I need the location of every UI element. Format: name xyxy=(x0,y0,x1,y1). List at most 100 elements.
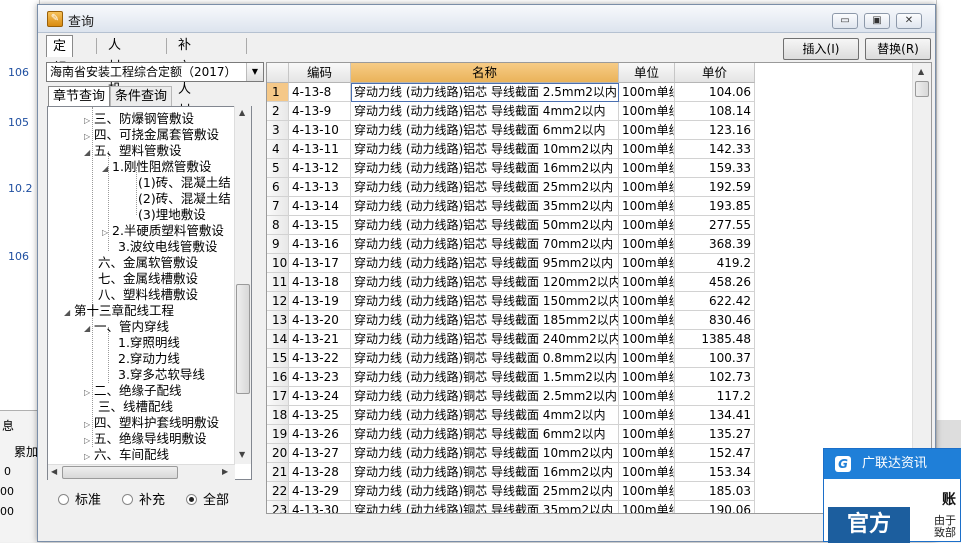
price-cell[interactable]: 135.27 xyxy=(675,425,755,444)
tree-node[interactable]: ◢ 一、管内穿线 xyxy=(84,319,169,335)
unit-cell[interactable]: 100m单线 xyxy=(619,140,675,159)
price-cell[interactable]: 117.2 xyxy=(675,387,755,406)
code-cell[interactable]: 4-13-11 xyxy=(289,140,351,159)
code-cell[interactable]: 4-13-12 xyxy=(289,159,351,178)
table-row[interactable]: 16 4-13-23 穿动力线 (动力线路)铜芯 导线截面 1.5mm2以内 100m… xyxy=(267,368,755,387)
price-cell[interactable]: 622.42 xyxy=(675,292,755,311)
insert-button[interactable]: 插入(I) xyxy=(783,38,859,60)
name-cell[interactable]: 穿动力线 (动力线路)铝芯 导线截面 150mm2以内 xyxy=(351,292,619,311)
name-cell[interactable]: 穿动力线 (动力线路)铜芯 导线截面 25mm2以内 xyxy=(351,482,619,501)
code-cell[interactable]: 4-13-17 xyxy=(289,254,351,273)
price-cell[interactable]: 123.16 xyxy=(675,121,755,140)
unit-cell[interactable]: 100m单线 xyxy=(619,292,675,311)
unit-cell[interactable]: 100m单线 xyxy=(619,349,675,368)
tree-node[interactable]: 七、金属线槽敷设 xyxy=(88,271,198,287)
tree-node[interactable]: 1.穿照明线 xyxy=(108,335,180,351)
unit-cell[interactable]: 100m单线 xyxy=(619,102,675,121)
name-cell[interactable]: 穿动力线 (动力线路)铜芯 导线截面 35mm2以内 xyxy=(351,501,619,513)
name-cell[interactable]: 穿动力线 (动力线路)铝芯 导线截面 120mm2以内 xyxy=(351,273,619,292)
row-index-cell[interactable]: 8 xyxy=(267,216,289,235)
unit-cell[interactable]: 100m单线 xyxy=(619,83,675,102)
tree-node[interactable]: 三、线槽配线 xyxy=(88,399,173,415)
unit-cell[interactable]: 100m单线 xyxy=(619,463,675,482)
name-cell[interactable]: 穿动力线 (动力线路)铝芯 导线截面 4mm2以内 xyxy=(351,102,619,121)
table-row[interactable]: 7 4-13-14 穿动力线 (动力线路)铝芯 导线截面 35mm2以内 100m单线… xyxy=(267,197,755,216)
price-cell[interactable]: 277.55 xyxy=(675,216,755,235)
tree-node[interactable]: 3.穿多芯软导线 xyxy=(108,367,205,383)
quota-library-select[interactable]: 海南省安装工程综合定额（2017） ▼ xyxy=(46,62,264,82)
price-cell[interactable]: 458.26 xyxy=(675,273,755,292)
name-cell[interactable]: 穿动力线 (动力线路)铝芯 导线截面 95mm2以内 xyxy=(351,254,619,273)
scroll-thumb[interactable] xyxy=(62,466,178,479)
table-row[interactable]: 3 4-13-10 穿动力线 (动力线路)铝芯 导线截面 6mm2以内 100m单线 1… xyxy=(267,121,755,140)
radio-dot[interactable] xyxy=(186,494,197,505)
chevron-down-icon[interactable]: ▼ xyxy=(246,63,263,81)
price-cell[interactable]: 190.06 xyxy=(675,501,755,513)
name-cell[interactable]: 穿动力线 (动力线路)铝芯 导线截面 25mm2以内 xyxy=(351,178,619,197)
table-row[interactable]: 19 4-13-26 穿动力线 (动力线路)铜芯 导线截面 6mm2以内 100m单线… xyxy=(267,425,755,444)
name-cell[interactable]: 穿动力线 (动力线路)铜芯 导线截面 2.5mm2以内 xyxy=(351,387,619,406)
tree-node[interactable]: ▷ 六、车间配线 xyxy=(84,447,169,463)
tree-node[interactable]: 六、金属软管敷设 xyxy=(88,255,198,271)
row-index-cell[interactable]: 3 xyxy=(267,121,289,140)
unit-cell[interactable]: 100m单线 xyxy=(619,197,675,216)
table-row[interactable]: 4 4-13-11 穿动力线 (动力线路)铝芯 导线截面 10mm2以内 100m单线… xyxy=(267,140,755,159)
unit-cell[interactable]: 100m单线 xyxy=(619,444,675,463)
scroll-up-icon[interactable]: ▲ xyxy=(239,108,245,117)
collapse-icon[interactable]: ◢ xyxy=(102,161,112,177)
row-index-cell[interactable]: 7 xyxy=(267,197,289,216)
name-cell[interactable]: 穿动力线 (动力线路)铝芯 导线截面 35mm2以内 xyxy=(351,197,619,216)
code-cell[interactable]: 4-13-8 xyxy=(289,83,351,102)
name-cell[interactable]: 穿动力线 (动力线路)铝芯 导线截面 240mm2以内 xyxy=(351,330,619,349)
code-cell[interactable]: 4-13-15 xyxy=(289,216,351,235)
name-cell[interactable]: 穿动力线 (动力线路)铝芯 导线截面 16mm2以内 xyxy=(351,159,619,178)
tree-node[interactable]: (3)埋地敷设 xyxy=(128,207,206,223)
tree-node[interactable]: ◢ 1.刚性阻燃管敷设 xyxy=(102,159,211,175)
row-index-cell[interactable]: 14 xyxy=(267,330,289,349)
tree-node[interactable]: ▷ 四、塑料护套线明敷设 xyxy=(84,415,219,431)
tree-node[interactable]: (2)砖、混凝土结 xyxy=(128,191,231,207)
table-row[interactable]: 6 4-13-13 穿动力线 (动力线路)铝芯 导线截面 25mm2以内 100m单线… xyxy=(267,178,755,197)
popup-image[interactable]: 官方 xyxy=(828,507,910,543)
tree-node[interactable]: ▷ 四、可挠金属套管敷设 xyxy=(84,127,219,143)
row-index-cell[interactable]: 10 xyxy=(267,254,289,273)
scroll-up-icon[interactable]: ▲ xyxy=(918,67,924,76)
unit-cell[interactable]: 100m单线 xyxy=(619,368,675,387)
name-cell[interactable]: 穿动力线 (动力线路)铜芯 导线截面 1.5mm2以内 xyxy=(351,368,619,387)
table-vertical-scrollbar[interactable]: ▲ xyxy=(912,63,931,513)
unit-cell[interactable]: 100m单线 xyxy=(619,178,675,197)
row-index-cell[interactable]: 19 xyxy=(267,425,289,444)
tree-node[interactable]: ▷ 三、防爆钢管敷设 xyxy=(84,111,194,127)
price-cell[interactable]: 830.46 xyxy=(675,311,755,330)
radio-dot[interactable] xyxy=(58,494,69,505)
tab-condition-query[interactable]: 条件查询 xyxy=(110,86,173,106)
code-cell[interactable]: 4-13-26 xyxy=(289,425,351,444)
code-cell[interactable]: 4-13-28 xyxy=(289,463,351,482)
price-cell[interactable]: 153.34 xyxy=(675,463,755,482)
name-cell[interactable]: 穿动力线 (动力线路)铝芯 导线截面 6mm2以内 xyxy=(351,121,619,140)
name-cell[interactable]: 穿动力线 (动力线路)铝芯 导线截面 2.5mm2以内 xyxy=(351,83,619,102)
code-cell[interactable]: 4-13-23 xyxy=(289,368,351,387)
tree-node[interactable]: ▷ 2.半硬质塑料管敷设 xyxy=(102,223,224,239)
scroll-right-icon[interactable]: ▶ xyxy=(222,467,228,476)
table-row[interactable]: 15 4-13-22 穿动力线 (动力线路)铜芯 导线截面 0.8mm2以内 100m… xyxy=(267,349,755,368)
unit-cell[interactable]: 100m单线 xyxy=(619,273,675,292)
table-row[interactable]: 9 4-13-16 穿动力线 (动力线路)铝芯 导线截面 70mm2以内 100m单线… xyxy=(267,235,755,254)
name-cell[interactable]: 穿动力线 (动力线路)铝芯 导线截面 50mm2以内 xyxy=(351,216,619,235)
expand-icon[interactable]: ▷ xyxy=(84,449,94,465)
code-cell[interactable]: 4-13-20 xyxy=(289,311,351,330)
table-row[interactable]: 12 4-13-19 穿动力线 (动力线路)铝芯 导线截面 150mm2以内 100m… xyxy=(267,292,755,311)
news-popup[interactable]: G 广联达资讯 账 官方 由于 致部 xyxy=(823,448,961,543)
unit-cell[interactable]: 100m单线 xyxy=(619,425,675,444)
unit-cell[interactable]: 100m单线 xyxy=(619,482,675,501)
code-cell[interactable]: 4-13-10 xyxy=(289,121,351,140)
tree-node[interactable]: ◢ 五、塑料管敷设 xyxy=(84,143,182,159)
chapter-tree[interactable]: ▷ 三、防爆钢管敷设 ▷ 四、可挠金属套管敷设 ◢ 五、塑料管敷设 ◢ 1.刚性阻燃管敷设 (1… xyxy=(47,106,252,480)
code-cell[interactable]: 4-13-18 xyxy=(289,273,351,292)
tree-horizontal-scrollbar[interactable]: ◀ ▶ xyxy=(48,464,235,480)
row-index-cell[interactable]: 1 xyxy=(267,83,289,102)
price-cell[interactable]: 159.33 xyxy=(675,159,755,178)
row-index-cell[interactable]: 2 xyxy=(267,102,289,121)
code-cell[interactable]: 4-13-19 xyxy=(289,292,351,311)
price-cell[interactable]: 102.73 xyxy=(675,368,755,387)
